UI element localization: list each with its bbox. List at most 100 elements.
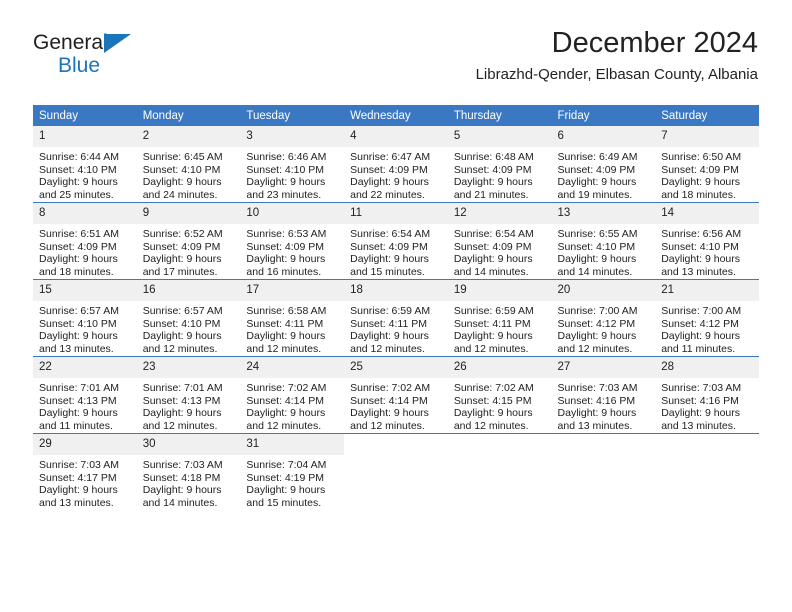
calendar-day-cell[interactable]: 12 Sunrise: 6:54 AM Sunset: 4:09 PM Dayligh… [447,202,552,280]
calendar-day-cell[interactable]: 18 Sunrise: 6:59 AM Sunset: 4:11 PM Dayligh… [344,279,448,357]
sunrise-sunset-calendar: Sunday Monday Tuesday Wednesday Thursday Frid… [33,105,759,510]
calendar-day-cell[interactable]: 21 Sunrise: 7:00 AM Sunset: 4:12 PM Dayligh… [655,279,759,357]
day-details: Sunrise: 6:56 AM Sunset: 4:10 PM Daylight:… [655,224,759,278]
calendar-day-cell[interactable]: 7 Sunrise: 6:50 AM Sunset: 4:09 PM Daylight… [655,126,759,203]
daylight-duration-line1: Daylight: 9 hours [39,407,118,420]
daylight-duration-line1: Daylight: 9 hours [142,330,222,343]
day-details: Sunrise: 7:02 AM Sunset: 4:15 PM Daylight:… [448,378,552,432]
sunset-time: Sunset: 4:10 PM [661,240,739,253]
calendar-day-cell[interactable]: 26 Sunrise: 7:02 AM Sunset: 4:15 PM Dayligh… [447,356,552,434]
day-details: Sunrise: 6:46 AM Sunset: 4:10 PM Daylight:… [240,147,344,201]
daylight-duration-line2: and 13 minutes. [39,342,114,355]
daylight-duration-line2: and 13 minutes. [39,496,114,509]
day-details: Sunrise: 7:00 AM Sunset: 4:12 PM Daylight:… [655,301,759,355]
sunset-time: Sunset: 4:09 PM [350,240,428,253]
sunset-time: Sunset: 4:09 PM [661,163,739,176]
calendar-day-cell[interactable]: 5 Sunrise: 6:48 AM Sunset: 4:09 PM Daylight… [447,126,552,203]
daylight-duration-line2: and 12 minutes. [453,342,529,355]
sunset-time: Sunset: 4:12 PM [557,317,636,330]
day-details: Sunrise: 7:04 AM Sunset: 4:19 PM Daylight:… [240,455,344,509]
calendar-day-cell[interactable]: 20 Sunrise: 7:00 AM Sunset: 4:12 PM Dayligh… [551,279,656,357]
sunrise-time: Sunrise: 7:03 AM [557,382,638,394]
day-details: Sunrise: 7:03 AM Sunset: 4:18 PM Daylight:… [137,455,241,509]
weekday-header-friday: Friday [551,105,656,126]
sunset-time: Sunset: 4:16 PM [661,394,739,407]
general-blue-logo[interactable]: General Blue [33,32,243,88]
day-number [448,434,552,442]
day-details: Sunrise: 6:52 AM Sunset: 4:09 PM Daylight:… [137,224,241,278]
sunrise-time: Sunrise: 6:50 AM [661,151,742,163]
calendar-day-cell[interactable]: 15 Sunrise: 6:57 AM Sunset: 4:10 PM Dayligh… [33,279,137,357]
day-details: Sunrise: 6:44 AM Sunset: 4:10 PM Daylight:… [33,147,137,201]
calendar-day-cell[interactable]: 13 Sunrise: 6:55 AM Sunset: 4:10 PM Dayligh… [551,202,656,280]
sunrise-time: Sunrise: 6:48 AM [453,151,534,163]
daylight-duration-line2: and 17 minutes. [142,265,218,278]
calendar-day-cell[interactable]: 23 Sunrise: 7:01 AM Sunset: 4:13 PM Dayligh… [136,356,241,434]
day-number: 31 [240,434,345,455]
calendar-day-cell[interactable]: 3 Sunrise: 6:46 AM Sunset: 4:10 PM Daylight… [240,126,345,203]
sunset-time: Sunset: 4:09 PM [246,240,325,253]
calendar-day-cell[interactable]: 17 Sunrise: 6:58 AM Sunset: 4:11 PM Dayligh… [240,279,345,357]
sunrise-time: Sunrise: 6:57 AM [142,305,223,317]
day-details: Sunrise: 7:02 AM Sunset: 4:14 PM Daylight:… [344,378,448,432]
calendar-day-cell[interactable]: 25 Sunrise: 7:02 AM Sunset: 4:14 PM Dayligh… [344,356,448,434]
daylight-duration-line1: Daylight: 9 hours [557,407,637,420]
calendar-day-cell[interactable]: 6 Sunrise: 6:49 AM Sunset: 4:09 PM Daylight… [551,126,656,203]
triangle-icon [104,34,131,53]
daylight-duration-line1: Daylight: 9 hours [142,484,222,497]
sunset-time: Sunset: 4:10 PM [39,317,117,330]
calendar-day-cell[interactable]: 10 Sunrise: 6:53 AM Sunset: 4:09 PM Dayligh… [240,202,345,280]
calendar-day-cell[interactable]: 24 Sunrise: 7:02 AM Sunset: 4:14 PM Dayligh… [240,356,345,434]
calendar-day-cell[interactable]: 22 Sunrise: 7:01 AM Sunset: 4:13 PM Dayligh… [33,356,137,434]
calendar-day-cell[interactable]: 31 Sunrise: 7:04 AM Sunset: 4:19 PM Dayligh… [240,433,345,510]
sunrise-time: Sunrise: 7:01 AM [39,382,119,394]
calendar-day-cell[interactable]: 30 Sunrise: 7:03 AM Sunset: 4:18 PM Dayligh… [136,433,241,510]
calendar-day-cell[interactable]: 9 Sunrise: 6:52 AM Sunset: 4:09 PM Daylight… [136,202,241,280]
calendar-day-cell[interactable]: 29 Sunrise: 7:03 AM Sunset: 4:17 PM Dayligh… [33,433,137,510]
calendar-day-cell[interactable]: 27 Sunrise: 7:03 AM Sunset: 4:16 PM Dayligh… [551,356,656,434]
calendar-day-cell[interactable]: 11 Sunrise: 6:54 AM Sunset: 4:09 PM Dayligh… [344,202,448,280]
day-number: 10 [240,203,345,224]
sunrise-time: Sunrise: 6:59 AM [350,305,431,317]
sunset-time: Sunset: 4:11 PM [246,317,324,330]
day-number: 16 [136,280,241,301]
daylight-duration-line2: and 12 minutes. [350,419,425,432]
sunrise-time: Sunrise: 7:01 AM [142,382,223,394]
sunrise-time: Sunrise: 7:02 AM [246,382,327,394]
day-details: Sunrise: 7:02 AM Sunset: 4:14 PM Daylight:… [240,378,344,432]
calendar-day-cell[interactable]: 14 Sunrise: 6:56 AM Sunset: 4:10 PM Dayligh… [655,202,759,280]
sunset-time: Sunset: 4:12 PM [661,317,739,330]
day-number: 26 [447,357,552,378]
daylight-duration-line1: Daylight: 9 hours [350,253,429,266]
day-number: 2 [136,126,241,147]
day-number: 24 [240,357,345,378]
page-title: December 2024 [551,27,758,59]
calendar-day-cell[interactable]: 8 Sunrise: 6:51 AM Sunset: 4:09 PM Daylight… [33,202,137,280]
sunset-time: Sunset: 4:10 PM [39,163,117,176]
calendar-day-cell[interactable]: 4 Sunrise: 6:47 AM Sunset: 4:09 PM Daylight… [344,126,448,203]
day-number: 29 [33,434,137,455]
daylight-duration-line2: and 21 minutes. [453,188,529,201]
daylight-duration-line1: Daylight: 9 hours [246,407,326,420]
daylight-duration-line2: and 13 minutes. [661,265,736,278]
daylight-duration-line2: and 12 minutes. [142,419,218,432]
sunrise-time: Sunrise: 6:55 AM [557,228,638,240]
daylight-duration-line2: and 15 minutes. [350,265,425,278]
calendar-day-cell[interactable]: 28 Sunrise: 7:03 AM Sunset: 4:16 PM Dayligh… [655,356,759,434]
sunset-time: Sunset: 4:16 PM [557,394,636,407]
day-number: 12 [447,203,552,224]
calendar-day-cell[interactable]: 19 Sunrise: 6:59 AM Sunset: 4:11 PM Dayligh… [447,279,552,357]
sunset-time: Sunset: 4:10 PM [142,317,221,330]
day-number: 23 [136,357,241,378]
daylight-duration-line2: and 18 minutes. [661,188,736,201]
calendar-day-cell[interactable]: 16 Sunrise: 6:57 AM Sunset: 4:10 PM Dayligh… [136,279,241,357]
sunrise-time: Sunrise: 6:59 AM [453,305,534,317]
day-details: Sunrise: 6:58 AM Sunset: 4:11 PM Daylight:… [240,301,344,355]
calendar-week-row: 29 Sunrise: 7:03 AM Sunset: 4:17 PM Dayligh… [33,433,759,510]
daylight-duration-line1: Daylight: 9 hours [246,176,326,189]
day-number: 18 [344,280,448,301]
calendar-day-cell[interactable]: 2 Sunrise: 6:45 AM Sunset: 4:10 PM Daylight… [136,126,241,203]
weekday-header-sunday: Sunday [33,105,137,126]
day-number: 30 [136,434,241,455]
calendar-day-cell[interactable]: 1 Sunrise: 6:44 AM Sunset: 4:10 PM Daylight… [33,126,137,203]
